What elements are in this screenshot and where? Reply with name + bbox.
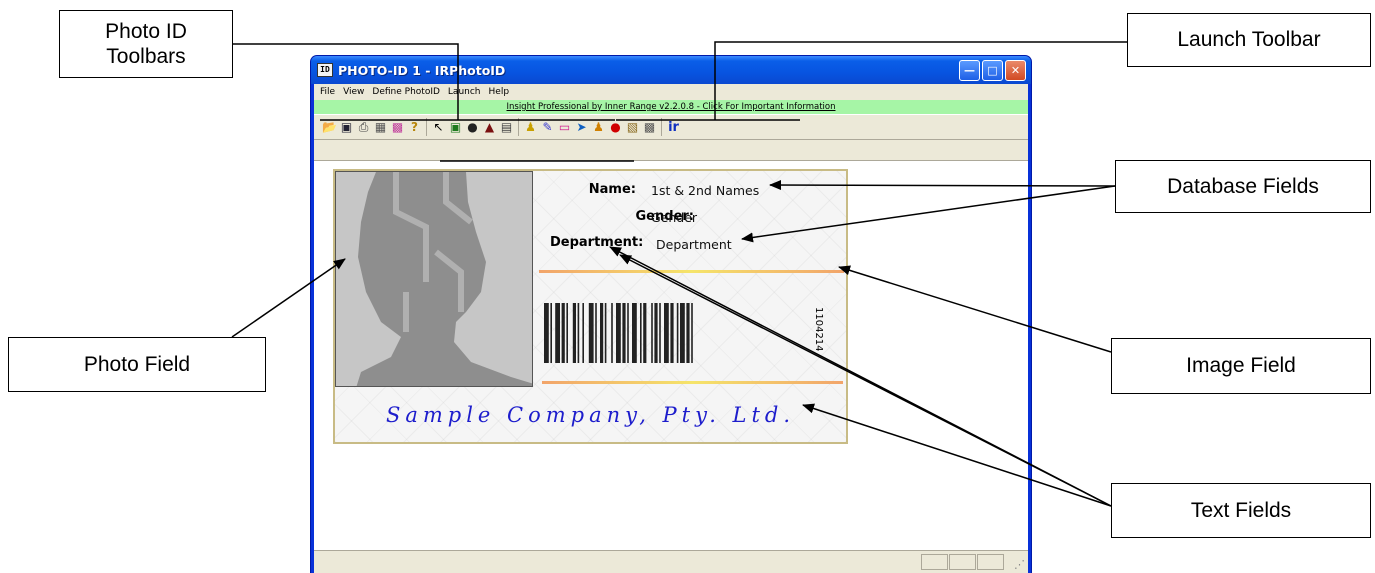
barcode-bar <box>676 303 679 363</box>
minimize-button[interactable]: — <box>959 60 980 81</box>
pointer-icon[interactable]: ↖ <box>431 120 446 135</box>
card-icon[interactable]: ▭ <box>557 120 572 135</box>
barcode-image[interactable] <box>544 303 809 363</box>
title-bar[interactable]: ID PHOTO-ID 1 - IRPhotoID — □ ✕ <box>311 56 1031 84</box>
monitor-icon[interactable]: ▩ <box>642 120 657 135</box>
file-toolbar: 📂 ▣ ⎙ ▦ ▩ ? <box>318 118 427 136</box>
callout-image-field: Image Field <box>1111 338 1371 394</box>
barcode-bar <box>686 303 690 363</box>
maximize-icon: □ <box>987 64 998 77</box>
palette-icon[interactable]: ▩ <box>390 120 405 135</box>
image-icon[interactable]: ▣ <box>448 120 463 135</box>
grid-icon[interactable]: ▦ <box>373 120 388 135</box>
gender-field[interactable]: Gender <box>651 210 697 225</box>
barcode-bar <box>595 303 597 363</box>
barcode-bar <box>604 303 607 363</box>
barcode-bar <box>651 303 653 363</box>
info-bar[interactable]: Insight Professional by Inner Range v2.2… <box>314 100 1028 114</box>
callout-text-fields: Text Fields <box>1111 483 1371 538</box>
menu-define-photoid[interactable]: Define PhotoID <box>368 87 444 97</box>
app-icon: ID <box>317 63 333 77</box>
barcode-bar <box>544 303 549 363</box>
close-icon: ✕ <box>1010 64 1021 77</box>
print-icon[interactable]: ⎙ <box>356 120 371 135</box>
barcode-number: 1104214 <box>813 307 824 352</box>
resize-grip-icon[interactable]: ⋰ <box>1014 558 1025 571</box>
status-bar: ⋰ <box>314 550 1028 573</box>
toolbar: 📂 ▣ ⎙ ▦ ▩ ? ↖ ▣ ● ▲ ▤ ♟ ✎ ▭ ➤ ♟ ● ▧ ▩ ir <box>314 114 1028 140</box>
status-panel-3 <box>977 554 1004 570</box>
department-label[interactable]: Department: <box>550 235 643 250</box>
open-folder-icon[interactable]: 📂 <box>322 120 337 135</box>
person-badge-icon[interactable]: ♟ <box>591 120 606 135</box>
person-icon[interactable]: ♟ <box>523 120 538 135</box>
name-label[interactable]: Name: <box>589 182 636 197</box>
company-text-field[interactable]: Sample Company, Pty. Ltd. <box>335 403 846 427</box>
launch-toolbar: ♟ ✎ ▭ ➤ ♟ ● ▧ ▩ <box>519 118 662 136</box>
app-window: ID PHOTO-ID 1 - IRPhotoID — □ ✕ File Vie… <box>310 55 1032 573</box>
menu-view[interactable]: View <box>339 87 368 97</box>
status-panel-2 <box>949 554 976 570</box>
minimize-icon: — <box>964 64 975 77</box>
barcode-bar <box>572 303 576 363</box>
barcode-bar <box>550 303 552 363</box>
image-field-stripe-top[interactable] <box>539 270 844 273</box>
barcode-bar <box>664 303 669 363</box>
barcode-bar <box>640 303 642 363</box>
callout-photo-id-toolbars: Photo ID Toolbars <box>59 10 233 78</box>
design-toolbar: ↖ ▣ ● ▲ ▤ <box>427 118 519 136</box>
barcode-bar <box>680 303 685 363</box>
barcode-bar <box>622 303 626 363</box>
barcode-bar <box>588 303 594 363</box>
barcode-bar <box>582 303 584 363</box>
frame-icon[interactable]: ▤ <box>499 120 514 135</box>
barcode-bar <box>577 303 580 363</box>
callout-launch-toolbar: Launch Toolbar <box>1127 13 1371 67</box>
menu-launch[interactable]: Launch <box>444 87 485 97</box>
barcode-bar <box>616 303 621 363</box>
barcode-bar <box>566 303 568 363</box>
menu-help[interactable]: Help <box>485 87 514 97</box>
alarm-icon[interactable]: ● <box>608 120 623 135</box>
barcode-bar <box>670 303 674 363</box>
id-card: Name: 1st & 2nd Names Gender: Gender Dep… <box>333 169 848 444</box>
barcode-bar <box>627 303 629 363</box>
callout-database-fields: Database Fields <box>1115 160 1371 213</box>
save-icon[interactable]: ▣ <box>339 120 354 135</box>
callout-photo-field: Photo Field <box>8 337 266 392</box>
menu-bar: File View Define PhotoID Launch Help <box>314 84 1028 100</box>
tag-icon[interactable]: ➤ <box>574 120 589 135</box>
barcode-bar <box>632 303 637 363</box>
status-panel-1 <box>921 554 948 570</box>
name-field[interactable]: 1st & 2nd Names <box>651 183 759 198</box>
stamp-icon[interactable]: ▲ <box>482 120 497 135</box>
maximize-button[interactable]: □ <box>982 60 1003 81</box>
barcode-bar <box>611 303 613 363</box>
barcode-bar <box>691 303 693 363</box>
close-button[interactable]: ✕ <box>1005 60 1026 81</box>
pen-icon[interactable]: ✎ <box>540 120 555 135</box>
image-field-stripe-bottom[interactable] <box>542 381 843 384</box>
brand-toolbar: ir <box>662 118 685 136</box>
help-icon[interactable]: ? <box>407 120 422 135</box>
design-canvas[interactable]: Name: 1st & 2nd Names Gender: Gender Dep… <box>314 160 1028 551</box>
photo-silhouette <box>336 172 532 386</box>
barcode-bar <box>561 303 565 363</box>
barcode-bar <box>555 303 560 363</box>
document-icon[interactable]: ▧ <box>625 120 640 135</box>
barcode-bar <box>659 303 661 363</box>
menu-file[interactable]: File <box>316 87 339 97</box>
barcode-bar <box>643 303 647 363</box>
barcode-bar <box>600 303 604 363</box>
department-field[interactable]: Department <box>656 237 732 252</box>
barcode-bar <box>654 303 658 363</box>
photo-silhouette-icon[interactable]: ● <box>465 120 480 135</box>
window-title: PHOTO-ID 1 - IRPhotoID <box>338 62 506 78</box>
client-area: File View Define PhotoID Launch Help Ins… <box>314 84 1028 573</box>
ir-logo-icon[interactable]: ir <box>666 120 681 135</box>
photo-field[interactable] <box>335 171 533 387</box>
